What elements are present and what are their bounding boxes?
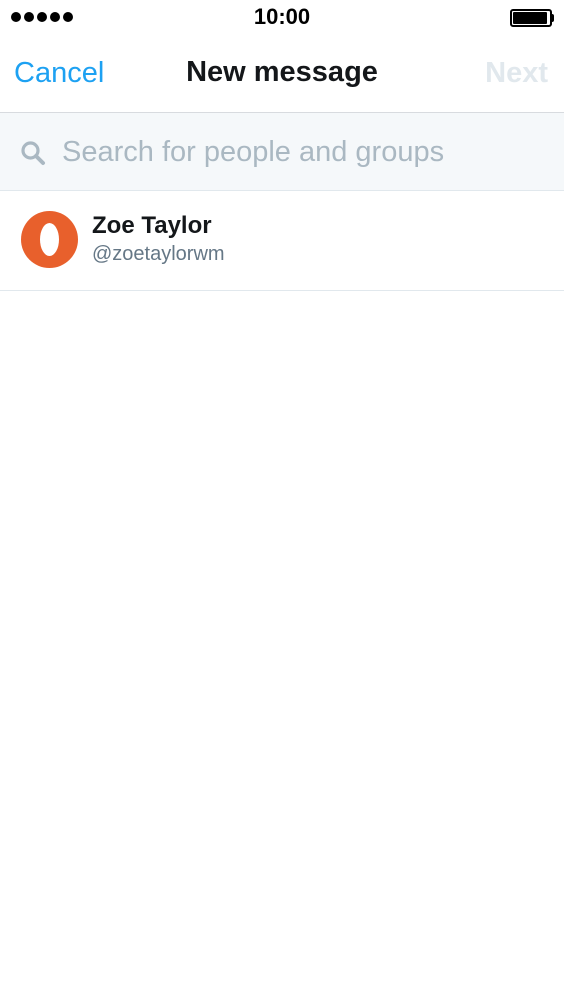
status-time: 10:00 [253,4,311,29]
search-input[interactable] [62,131,542,173]
battery-icon [510,9,554,27]
contact-list-item[interactable]: Zoe Taylor @zoetaylorwm [0,191,564,291]
search-bar [0,113,564,191]
next-button[interactable]: Next [485,57,548,90]
contact-handle: @zoetaylorwm [92,243,225,265]
search-icon [21,141,45,165]
avatar [21,211,78,268]
page-title: New message [186,56,378,88]
contact-name: Zoe Taylor [92,212,212,239]
navigation-bar: Cancel New message Next [0,36,564,113]
status-bar: 10:00 [0,0,564,36]
